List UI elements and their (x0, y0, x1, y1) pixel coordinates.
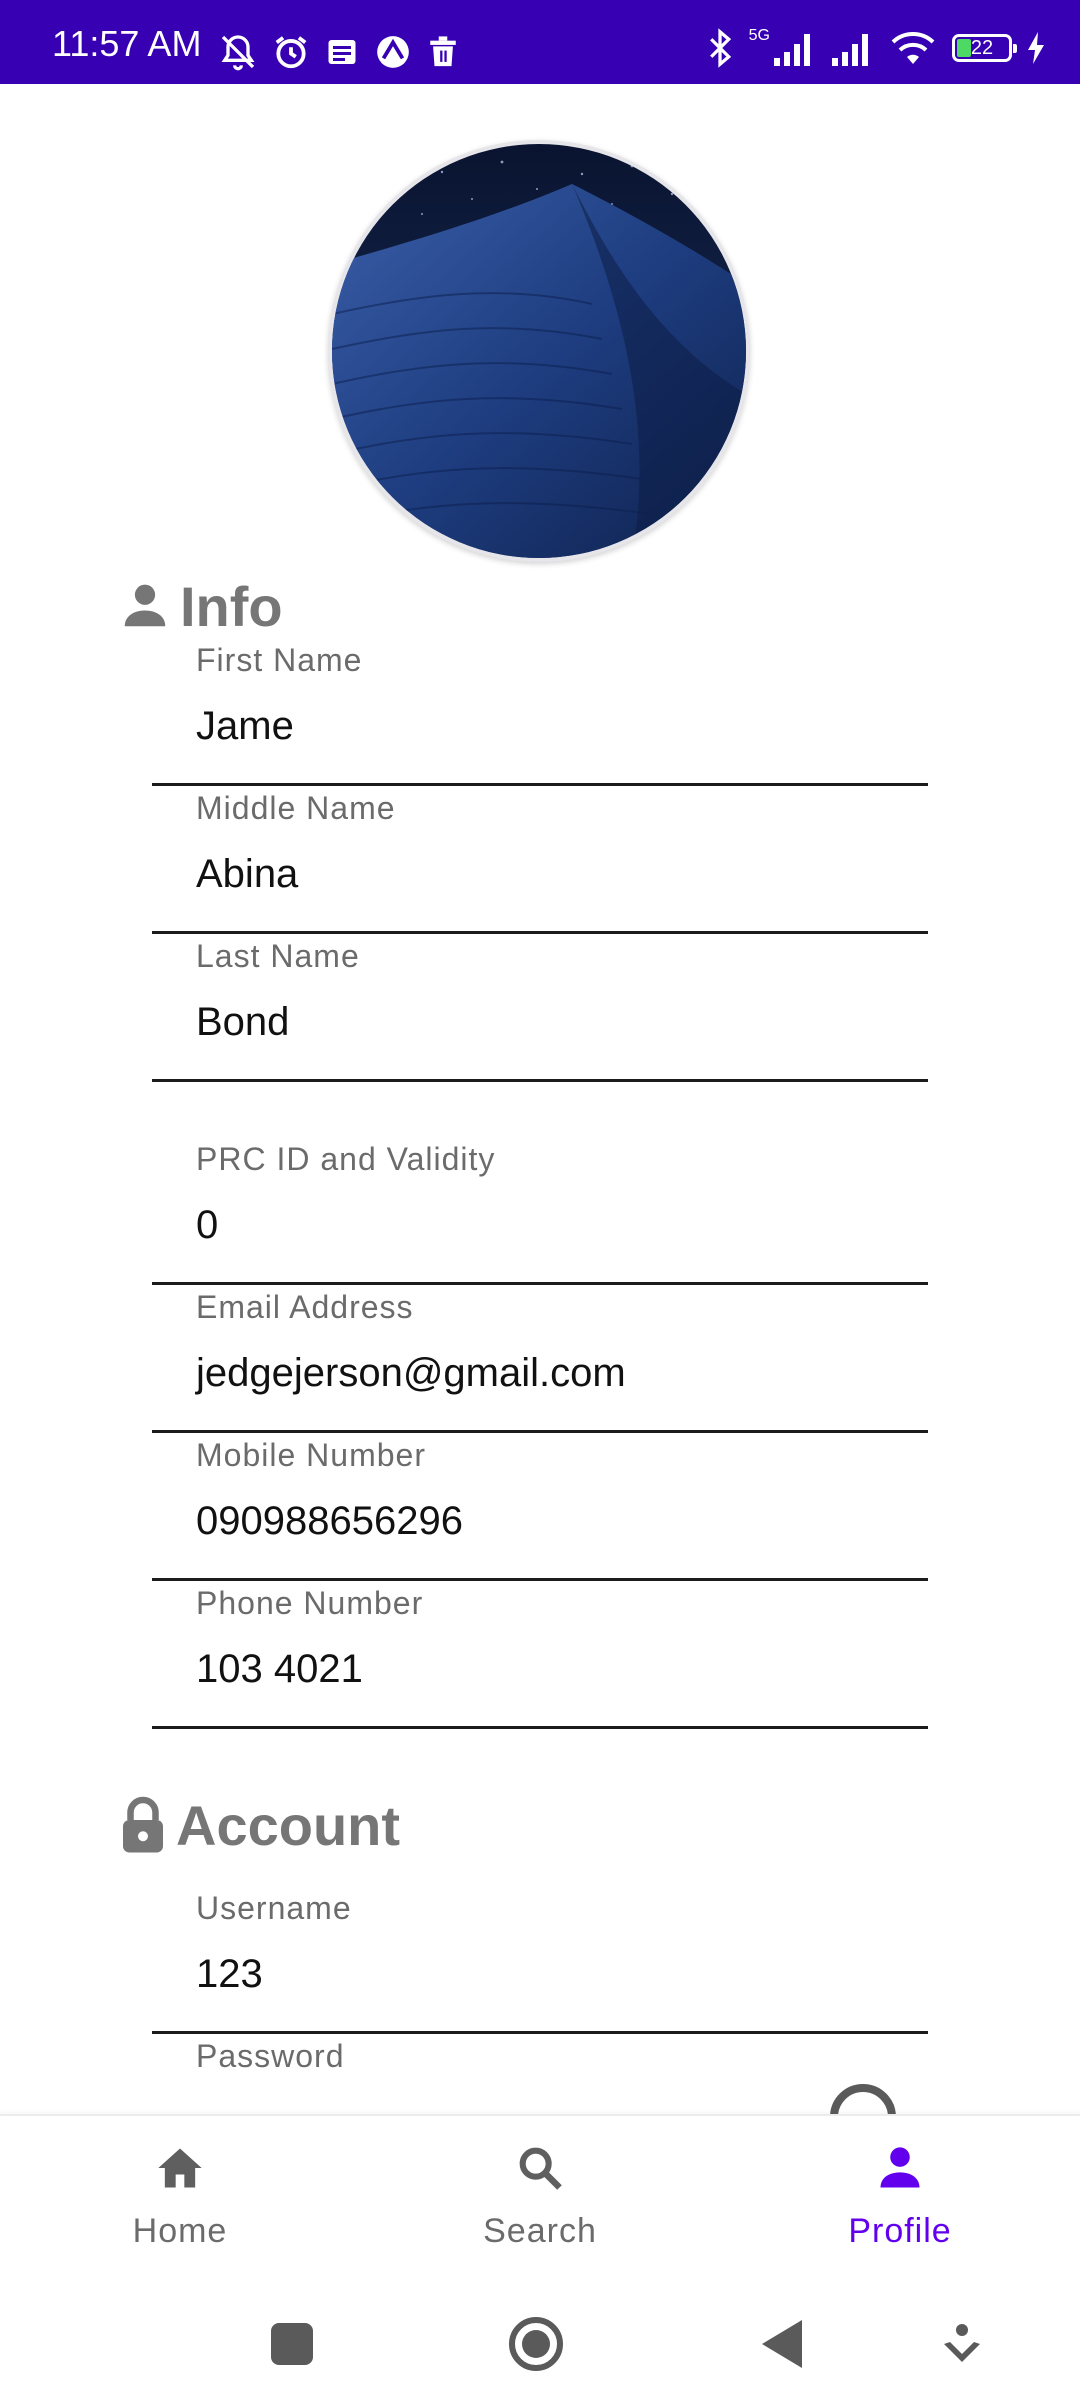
profile-scroll-content[interactable]: Info First Name Jame Middle Name Abina L… (0, 84, 1080, 2114)
system-navigation-bar (0, 2288, 1080, 2400)
last-name-field[interactable]: Last Name Bond (152, 934, 928, 1082)
mobile-number-label: Mobile Number (196, 1437, 426, 1473)
first-name-value: Jame (196, 704, 294, 748)
phone-number-field[interactable]: Phone Number 103 4021 (152, 1581, 928, 1729)
trash-icon (430, 36, 456, 67)
charging-icon (1028, 32, 1044, 64)
signal-icon (774, 34, 810, 66)
password-field[interactable]: Password (152, 2034, 928, 2114)
nav-label-search: Search (483, 2212, 597, 2250)
person-icon (880, 2147, 920, 2188)
nav-label-home: Home (132, 2212, 228, 2250)
desert-dune-night-image (332, 144, 746, 558)
prc-id-field[interactable]: PRC ID and Validity 0 (152, 1137, 928, 1285)
middle-name-value: Abina (196, 852, 299, 896)
first-name-field[interactable]: First Name Jame (152, 638, 928, 786)
email-label: Email Address (196, 1289, 414, 1325)
person-icon (124, 584, 166, 627)
alarm-clock-icon (275, 36, 307, 69)
nav-item-profile[interactable]: Profile (720, 2116, 1080, 2290)
alarm-off-icon (221, 35, 255, 71)
signal-icon (832, 34, 868, 66)
wifi-icon (891, 32, 935, 64)
middle-name-label: Middle Name (196, 790, 396, 826)
mobile-number-field[interactable]: Mobile Number 090988656296 (152, 1433, 928, 1581)
mobile-number-value: 090988656296 (196, 1499, 463, 1543)
back-icon[interactable] (752, 2314, 812, 2374)
info-section-header: Info (118, 571, 283, 641)
menu-down-icon[interactable] (932, 2314, 992, 2374)
email-field[interactable]: Email Address jedgejerson@gmail.com (152, 1285, 928, 1433)
account-section-header: Account (118, 1790, 400, 1860)
battery-level: 22 (970, 37, 994, 59)
profile-avatar[interactable] (328, 140, 750, 562)
recents-icon[interactable] (262, 2314, 322, 2374)
first-name-label: First Name (196, 642, 363, 678)
username-value: 123 (196, 1952, 263, 1996)
username-field[interactable]: Username 123 (152, 1886, 928, 2034)
phone-number-label: Phone Number (196, 1585, 424, 1621)
battery-icon: 22 (952, 34, 1017, 62)
status-bar: 11:57 AM 5G 22 (0, 0, 1080, 84)
username-label: Username (196, 1890, 352, 1926)
phone-number-value: 103 4021 (196, 1647, 363, 1691)
nav-item-home[interactable]: Home (0, 2116, 360, 2290)
middle-name-field[interactable]: Middle Name Abina (152, 786, 928, 934)
email-value: jedgejerson@gmail.com (196, 1351, 626, 1395)
search-icon (519, 2147, 562, 2190)
last-name-label: Last Name (196, 938, 360, 974)
last-name-value: Bond (196, 1000, 290, 1044)
account-section-title: Account (176, 1793, 400, 1857)
status-time: 11:57 AM (52, 23, 202, 64)
home-circle-icon[interactable] (506, 2314, 566, 2374)
prc-id-value: 0 (196, 1203, 219, 1247)
bottom-navigation: Home Search Profile (0, 2114, 1080, 2290)
message-icon (328, 40, 356, 64)
network-type-label: 5G (748, 27, 770, 44)
password-label: Password (196, 2038, 345, 2074)
lock-icon (123, 1796, 163, 1853)
info-section-title: Info (180, 574, 283, 638)
prc-id-label: PRC ID and Validity (196, 1141, 496, 1177)
status-icons-left (218, 30, 460, 74)
home-icon (158, 2148, 202, 2188)
status-icons-right: 5G 22 (705, 26, 1046, 70)
vpn-icon (377, 36, 409, 68)
bluetooth-icon (709, 28, 731, 68)
nav-label-profile: Profile (848, 2212, 952, 2250)
nav-item-search[interactable]: Search (360, 2116, 720, 2290)
